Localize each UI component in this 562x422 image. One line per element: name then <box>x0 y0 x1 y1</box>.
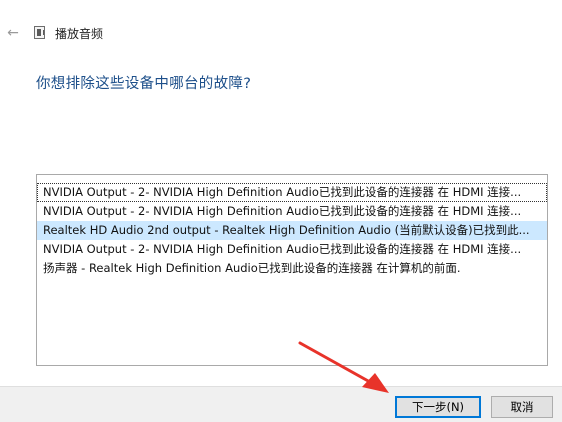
next-button[interactable]: 下一步(N) <box>395 396 481 418</box>
cancel-button[interactable]: 取消 <box>491 396 553 418</box>
device-item-2[interactable]: NVIDIA Output - 2- NVIDIA High Definitio… <box>37 202 547 221</box>
device-item-1[interactable]: NVIDIA Output - 2- NVIDIA High Definitio… <box>37 183 547 202</box>
audio-troubleshooter-icon <box>34 26 45 39</box>
device-list[interactable]: NVIDIA Output - 2- NVIDIA High Definitio… <box>36 174 548 366</box>
device-item-4[interactable]: NVIDIA Output - 2- NVIDIA High Definitio… <box>37 240 547 259</box>
page-heading: 你想排除这些设备中哪台的故障? <box>36 76 252 92</box>
device-item-3[interactable]: Realtek HD Audio 2nd output - Realtek Hi… <box>37 221 547 240</box>
window-title: 播放音频 <box>55 27 104 41</box>
button-bar: 下一步(N) 取消 <box>0 386 562 422</box>
back-arrow-icon[interactable]: ← <box>4 24 22 42</box>
device-item-5[interactable]: 扬声器 - Realtek High Definition Audio已找到此设… <box>37 259 547 278</box>
title-bar: ← 播放音频 <box>0 0 562 62</box>
